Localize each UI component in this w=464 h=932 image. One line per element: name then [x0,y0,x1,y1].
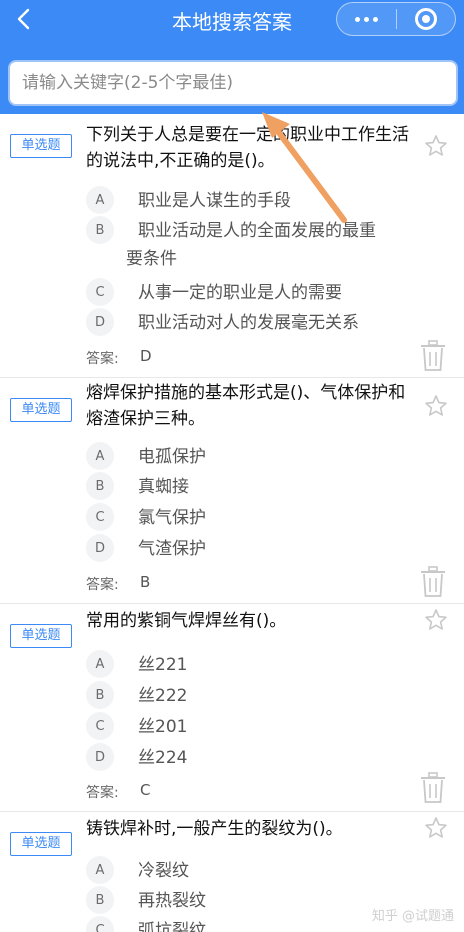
more-dots-icon [354,16,378,22]
option-letter: C [86,278,114,306]
trash-icon[interactable] [420,566,446,598]
star-icon[interactable] [424,816,448,840]
option-text: 气渣保护 [138,539,206,559]
option-letter: B [86,472,114,500]
question-type-badge: 单选题 [10,624,72,648]
question-text: 下列关于人总是要在一定的职业中工作生活的说法中,不正确的是()。 [86,125,409,171]
target-circle-icon [414,8,437,30]
question-text: 常用的紫铜气焊焊丝有()。 [86,611,287,631]
option-text: 丝222 [138,686,188,706]
option-letter: A [86,856,114,884]
header-bar: 本地搜索答案 [0,0,464,114]
option-letter: A [86,442,114,470]
option-text: 丝201 [138,717,188,737]
option-text: 丝224 [138,748,188,768]
star-icon[interactable] [424,608,448,632]
option-letter: C [86,503,114,531]
option-text: 职业是人谋生的手段 [138,191,291,211]
option-text: 丝221 [138,655,188,675]
option-text: 冷裂纹 [138,861,189,881]
watermark: 知乎 @试题通 [371,909,454,924]
option-letter: A [86,650,114,678]
question-list: 单选题 下列关于人总是要在一定的职业中工作生活的说法中,不正确的是()。 A 职… [0,114,464,932]
option-text-continuation: 要条件 [126,249,177,269]
close-program-button[interactable] [397,3,456,35]
trash-icon[interactable] [420,772,446,804]
search-box [8,60,458,106]
option-text: 再热裂纹 [138,891,206,911]
option-text: 真蜘接 [138,477,189,497]
star-icon[interactable] [424,394,448,418]
answer-label: 答案: [86,351,119,367]
search-input[interactable] [10,62,456,104]
trash-icon[interactable] [420,340,446,372]
option-letter: D [86,308,114,336]
answer-label: 答案: [86,577,119,593]
option-text: 职业活动是人的全面发展的最重 [138,221,376,241]
option-text: 氯气保护 [138,508,206,528]
option-text: 从事一定的职业是人的需要 [138,283,342,303]
question-type-badge: 单选题 [10,134,72,158]
answer-value: B [140,573,151,591]
option-letter: B [86,681,114,709]
question-card: 单选题 熔焊保护措施的基本形式是()、气体保护和熔渣保护三种。 A 电孤保护 B… [0,378,464,604]
mini-program-capsule [336,2,456,36]
answer-value: C [140,781,151,799]
option-letter: B [86,886,114,914]
question-card: 单选题 下列关于人总是要在一定的职业中工作生活的说法中,不正确的是()。 A 职… [0,114,464,378]
option-text: 弧坑裂纹 [138,921,206,932]
option-letter: A [86,186,114,214]
option-letter: B [86,216,114,244]
option-letter: C [86,916,114,932]
answer-value: D [140,347,152,365]
question-type-badge: 单选题 [10,398,72,422]
question-text: 熔焊保护措施的基本形式是()、气体保护和熔渣保护三种。 [86,383,406,429]
star-icon[interactable] [424,134,448,158]
answer-label: 答案: [86,785,119,801]
option-letter: D [86,534,114,562]
option-letter: D [86,743,114,771]
question-text: 铸铁焊补时,一般产生的裂纹为()。 [86,819,343,839]
option-text: 电孤保护 [138,447,206,467]
option-text: 职业活动对人的发展毫无关系 [138,313,359,333]
question-type-badge: 单选题 [10,832,72,856]
option-letter: C [86,712,114,740]
more-button[interactable] [337,3,396,35]
question-card: 单选题 常用的紫铜气焊焊丝有()。 A 丝221 B 丝222 C 丝201 D… [0,604,464,812]
nav-bar: 本地搜索答案 [0,0,464,40]
